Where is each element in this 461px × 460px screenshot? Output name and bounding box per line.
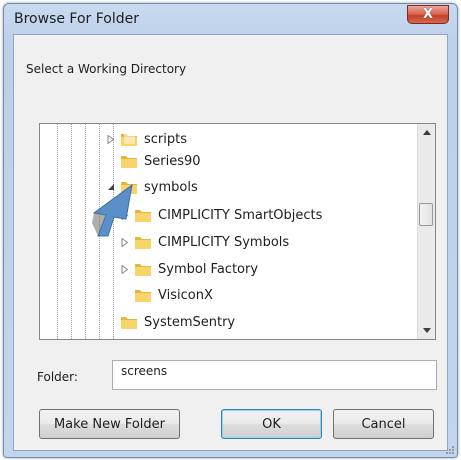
folder-icon — [134, 261, 152, 277]
tree-item-cimplicity-smartobjects[interactable]: CIMPLICITY SmartObjects — [120, 204, 322, 226]
tree-item-label: Symbol Factory — [158, 261, 259, 277]
expander-collapsed-icon[interactable] — [106, 134, 116, 144]
tree-item-visiconx[interactable]: VisiconX — [134, 284, 213, 306]
folder-tree[interactable]: scripts Series90 symbols CIMPLICITY Smar… — [39, 123, 436, 340]
tree-item-symbol-factory[interactable]: Symbol Factory — [120, 258, 258, 280]
folder-label: Folder: — [37, 370, 78, 384]
tree-item-symbols[interactable]: symbols — [106, 176, 198, 198]
tree-guide-line — [57, 124, 58, 339]
tree-item-label: CIMPLICITY Symbols — [158, 234, 290, 250]
prompt-text: Select a Working Directory — [26, 62, 187, 76]
folder-icon — [120, 131, 138, 147]
tree-item-label: SystemSentry — [144, 314, 236, 330]
tree-item-label: scripts — [144, 131, 187, 147]
expander-expanded-icon[interactable] — [106, 182, 116, 192]
folder-icon — [134, 234, 152, 250]
folder-field[interactable] — [112, 360, 437, 390]
tree-item-label: Series90 — [144, 153, 201, 169]
scroll-up-icon[interactable] — [418, 124, 435, 141]
make-new-folder-button[interactable]: Make New Folder — [39, 409, 180, 439]
expander-collapsed-icon[interactable] — [120, 264, 130, 274]
tree-guide-line — [113, 124, 114, 339]
tree-guide-line — [71, 124, 72, 339]
tree-scrollbar[interactable] — [417, 124, 435, 339]
folder-icon — [120, 179, 138, 195]
folder-icon — [134, 287, 152, 303]
folder-icon — [120, 314, 138, 330]
tree-item-cimplicity-symbols[interactable]: CIMPLICITY Symbols — [120, 231, 289, 253]
tree-item-label: CIMPLICITY SmartObjects — [158, 207, 323, 223]
tree-item-series90[interactable]: Series90 — [120, 150, 201, 172]
close-icon: X — [422, 7, 434, 22]
scroll-down-icon[interactable] — [418, 322, 435, 339]
tree-item-systemsentry[interactable]: SystemSentry — [120, 311, 235, 333]
tree-item-label: VisiconX — [158, 287, 213, 303]
resize-grip-icon[interactable] — [445, 445, 455, 455]
ok-button[interactable]: OK — [221, 409, 322, 439]
tree-item-scripts[interactable]: scripts — [106, 128, 187, 150]
tree-guide-line — [99, 124, 100, 339]
tree-item-label: symbols — [144, 179, 198, 195]
expander-collapsed-icon[interactable] — [120, 237, 130, 247]
expander-collapsed-icon[interactable] — [120, 210, 130, 220]
cancel-button[interactable]: Cancel — [333, 409, 434, 439]
scroll-thumb[interactable] — [419, 203, 433, 226]
folder-icon — [120, 153, 138, 169]
window-title: Browse For Folder — [14, 11, 140, 27]
close-button[interactable]: X — [407, 5, 449, 24]
folder-icon — [134, 207, 152, 223]
tree-guide-line — [85, 124, 86, 339]
